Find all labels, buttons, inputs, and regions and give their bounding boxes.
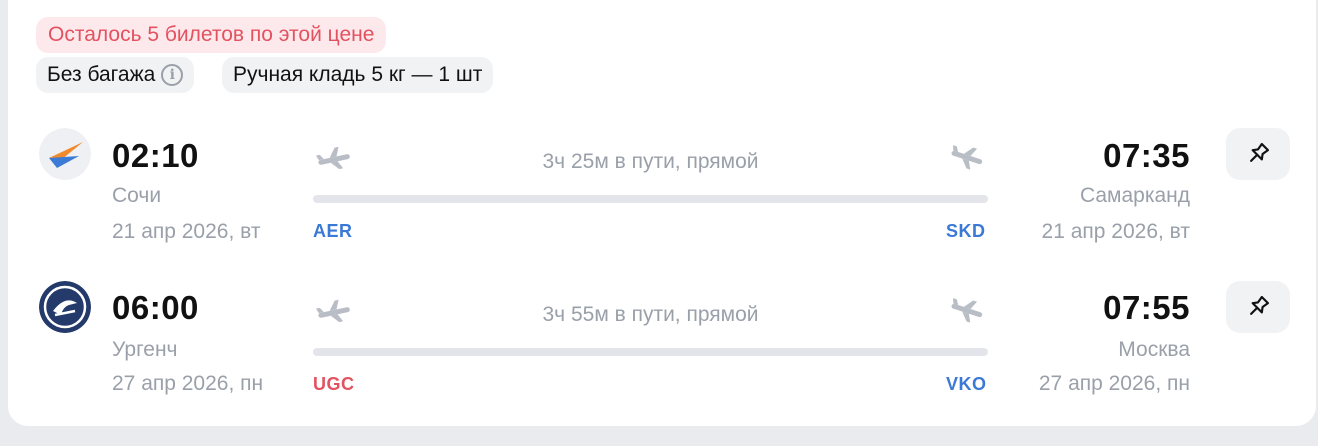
departure-date: 21 апр 2026, вт (112, 220, 261, 243)
departure-city: Ургенч (112, 338, 178, 361)
route-track (313, 348, 988, 356)
ticket-card (8, 0, 1316, 426)
departure-date: 27 апр 2026, пн (112, 372, 264, 395)
tickets-left-badge: Осталось 5 билетов по этой цене (36, 17, 387, 53)
arrival-city: Москва (1118, 338, 1190, 361)
baggage-label: Без багажа (47, 63, 156, 86)
info-icon[interactable]: i (161, 64, 184, 86)
departure-time: 06:00 (112, 289, 199, 326)
baggage-badge[interactable]: Без багажа i (36, 57, 195, 93)
pin-icon (1250, 295, 1270, 315)
plane-landing-icon (948, 297, 986, 323)
pin-button[interactable] (1226, 128, 1290, 180)
airline-logo-1 (39, 128, 91, 180)
route-track (313, 195, 988, 203)
airline-logo-2 (39, 281, 91, 333)
departure-time: 02:10 (112, 137, 199, 174)
flight-duration: 3ч 55м в пути, прямой (542, 303, 759, 326)
departure-city: Сочи (112, 184, 162, 207)
arrival-time: 07:55 (1103, 289, 1190, 326)
arrival-time: 07:35 (1103, 137, 1190, 174)
arrival-date: 21 апр 2026, вт (1041, 220, 1190, 243)
plane-landing-icon (948, 144, 986, 170)
departure-airport-code: UGC (313, 374, 355, 394)
departure-airport-code: AER (313, 221, 353, 241)
arrival-airport-code: VKO (946, 374, 987, 394)
pin-button[interactable] (1226, 281, 1290, 333)
arrival-date: 27 апр 2026, пн (1038, 372, 1190, 395)
flight-duration: 3ч 25м в пути, прямой (542, 150, 759, 173)
arrival-city: Самарканд (1079, 184, 1190, 207)
hand-luggage-badge: Ручная кладь 5 кг — 1 шт (222, 57, 494, 93)
arrival-airport-code: SKD (946, 221, 986, 241)
pin-icon (1250, 142, 1270, 162)
